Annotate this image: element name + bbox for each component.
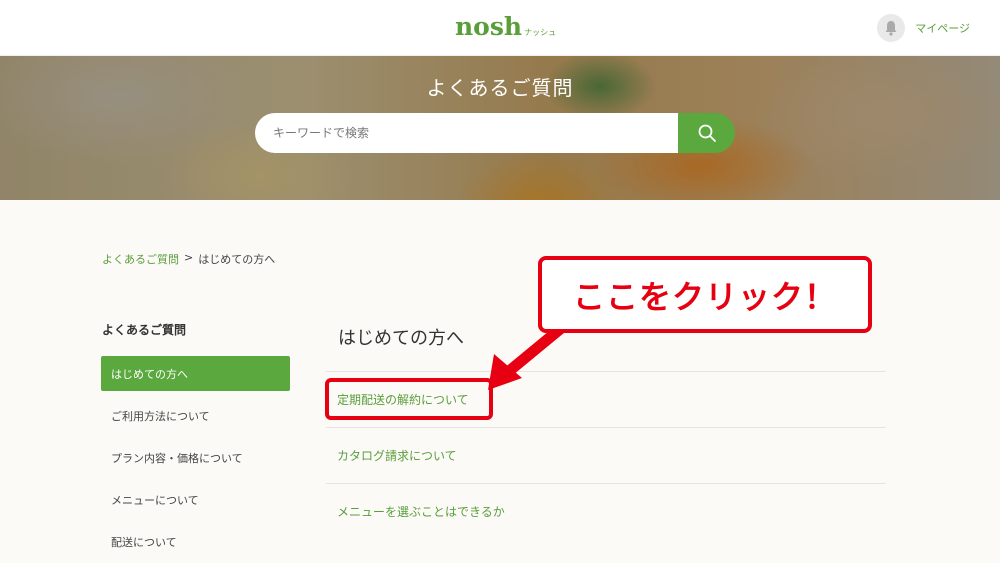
sidebar-item-menu[interactable]: メニューについて	[101, 482, 290, 517]
section-title: はじめての方へ	[338, 328, 464, 349]
mypage-label: マイページ	[915, 22, 970, 35]
question-link-choose-menu[interactable]: メニューを選ぶことはできるか	[326, 483, 886, 539]
search-icon	[698, 124, 716, 142]
breadcrumb-current: はじめての方へ	[198, 253, 276, 266]
question-link-catalog-request[interactable]: カタログ請求について	[326, 427, 886, 483]
sidebar-item-delivery[interactable]: 配送について	[101, 524, 290, 559]
sidebar-nav: はじめての方へ ご利用方法について プラン内容・価格について メニューについて …	[101, 356, 290, 563]
logo-katakana: ナッシュ	[524, 28, 557, 37]
highlight-box	[325, 378, 493, 420]
site-header: nosh ナッシュ マイページ	[0, 0, 1000, 56]
sidebar-heading: よくあるご質問	[102, 323, 187, 337]
breadcrumb-separator: >	[184, 251, 194, 264]
hero-banner: よくあるご質問	[0, 56, 1000, 200]
search-bar	[255, 113, 735, 153]
logo-wordmark: nosh	[455, 12, 523, 41]
bell-icon	[877, 14, 906, 42]
search-button[interactable]	[678, 113, 735, 153]
search-input[interactable]	[255, 113, 678, 153]
nosh-logo[interactable]: nosh ナッシュ	[455, 12, 556, 41]
sidebar-item-first-time[interactable]: はじめての方へ	[101, 356, 290, 391]
breadcrumb: よくあるご質問 > はじめての方へ	[102, 251, 275, 267]
mypage-link[interactable]: マイページ	[877, 14, 970, 42]
callout-label: ここをクリック！	[538, 256, 872, 333]
sidebar-item-plans-pricing[interactable]: プラン内容・価格について	[101, 440, 290, 475]
breadcrumb-home-link[interactable]: よくあるご質問	[102, 251, 179, 267]
sidebar-item-usage[interactable]: ご利用方法について	[101, 398, 290, 433]
page-title: よくあるご質問	[426, 76, 574, 100]
